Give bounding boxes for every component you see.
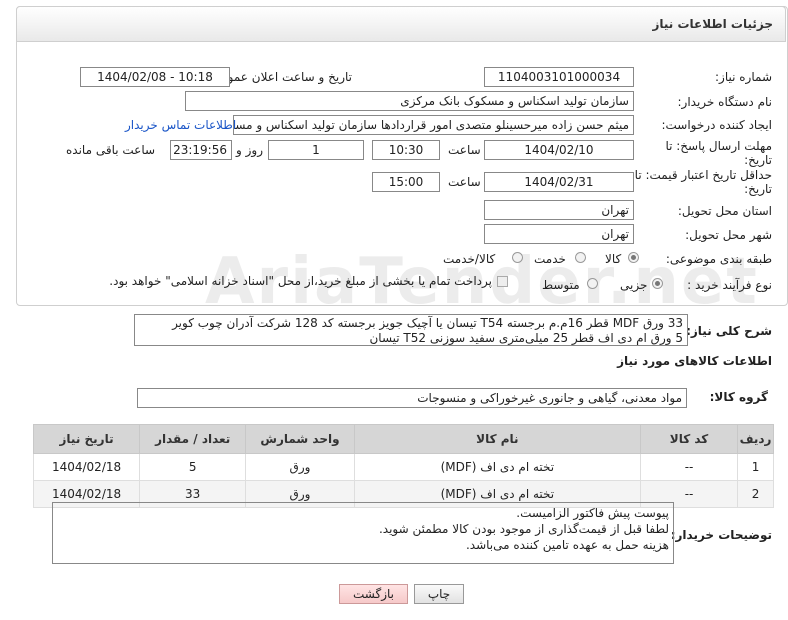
validity-time-field: 15:00 [372,172,440,192]
cell-quantity: 5 [139,453,247,481]
creator-label: ایجاد کننده درخواست: [661,118,772,132]
col-header-quantity: تعداد / مقدار [139,424,247,454]
days-label: روز و [236,143,263,157]
remaining-time-field: 23:19:56 [170,140,232,160]
payment-note: پرداخت تمام یا بخشی از مبلغ خرید،از محل … [109,274,492,288]
notes-line-2: لطفا قبل از قیمت‌گذاری از موجود بودن کال… [378,522,669,536]
days-field: 1 [268,140,364,160]
cell-name: تخته ام دی اف (MDF) [353,453,642,481]
buyer-contact-link[interactable]: اطلاعات تماس خریدار [125,118,236,132]
col-header-code: کد کالا [640,424,739,454]
deadline-time-field: 10:30 [372,140,440,160]
deadline-label: مهلت ارسال پاسخ: تا تاریخ: [665,139,772,167]
need-number-field: 1104003101000034 [484,67,634,87]
buyer-field: سازمان تولید اسکناس و مسکوک بانک مرکزی [185,91,634,111]
remaining-label: ساعت باقی مانده [66,143,156,157]
goods-section-title: اطلاعات کالاهای مورد نیاز [617,354,772,368]
creator-field: میثم حسن زاده میرحسینلو متصدی امور قرارد… [233,115,634,135]
process-radio-medium[interactable] [587,278,598,289]
category-option-service: خدمت [534,252,566,266]
category-option-goods: کالا [605,252,622,266]
description-textarea[interactable]: 33 ورق MDF قطر 16م.م برجسته T54 تیسان یا… [134,314,688,346]
panel-header: جزئیات اطلاعات نیاز [16,6,786,42]
process-option-minor: جزیی [620,278,648,292]
notes-line-1: پیوست پیش فاکتور الزامیست. [516,506,669,520]
category-radio-goods[interactable] [628,252,639,263]
back-button[interactable]: بازگشت [339,584,408,604]
notes-label: توضیحات خریدار: [670,528,772,542]
page-title: جزئیات اطلاعات نیاز [652,17,773,31]
goods-group-field: مواد معدنی، گیاهی و جانوری غیرخوراکی و م… [137,388,687,408]
col-header-name: نام کالا [353,424,642,454]
category-radio-goods-service[interactable] [512,252,523,263]
print-button[interactable]: چاپ [414,584,464,604]
treasury-checkbox[interactable] [497,276,508,287]
province-label: استان محل تحویل: [677,204,772,218]
notes-textarea[interactable]: پیوست پیش فاکتور الزامیست. لطفا قبل از ق… [52,502,674,564]
col-header-date: تاریخ نیاز [32,424,141,454]
buyer-label: نام دستگاه خریدار: [677,95,773,109]
validity-label: حداقل تاریخ اعتبار قیمت: تا تاریخ: [634,168,772,196]
col-header-row: ردیف [737,424,774,454]
category-option-goods-service: کالا/خدمت [443,252,496,266]
need-number-label: شماره نیاز: [715,70,772,84]
announce-datetime-field: 1404/02/08 - 10:18 [80,67,230,87]
deadline-time-label: ساعت [448,143,481,157]
process-label: نوع فرآیند خرید : [687,278,772,292]
city-field: تهران [484,224,634,244]
goods-group-label: گروه کالا: [709,390,768,404]
description-line-2: 5 ورق ام دی اف قطر 25 میلی‌متری سفید سوز… [369,331,683,345]
table-row: 1 -- تخته ام دی اف (MDF) ورق 5 1404/02/1… [32,453,774,481]
cell-row-number: 1 [737,453,774,481]
cell-code: -- [640,453,739,481]
cell-unit: ورق [245,453,355,481]
process-option-medium: متوسط [542,278,580,292]
province-field: تهران [484,200,634,220]
cell-row-number: 2 [737,480,774,508]
process-radio-minor[interactable] [652,278,663,289]
deadline-date-field: 1404/02/10 [484,140,634,160]
category-label: طبقه بندی موضوعی: [665,252,772,266]
validity-date-field: 1404/02/31 [484,172,634,192]
validity-time-label: ساعت [448,175,481,189]
description-line-1: 33 ورق MDF قطر 16م.م برجسته T54 تیسان یا… [172,316,683,330]
col-header-unit: واحد شمارش [245,424,355,454]
description-label: شرح کلی نیاز: [686,324,772,338]
notes-line-3: هزینه حمل به عهده تامین کننده می‌باشد. [465,538,669,552]
category-radio-service[interactable] [575,252,586,263]
goods-table: ردیف کد کالا نام کالا واحد شمارش تعداد /… [32,424,774,508]
cell-date: 1404/02/18 [32,453,141,481]
city-label: شهر محل تحویل: [685,228,772,242]
